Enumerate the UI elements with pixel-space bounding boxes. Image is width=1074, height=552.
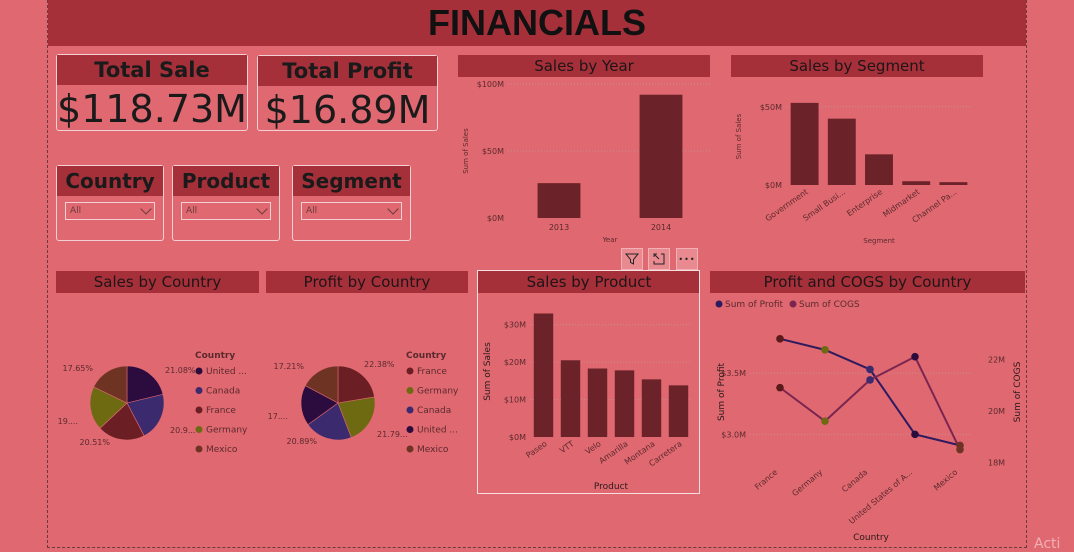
sales-by-segment-title: Sales by Segment bbox=[731, 55, 983, 77]
selected-visual-border bbox=[477, 270, 700, 494]
slicer-title: Product bbox=[173, 166, 279, 196]
product-slicer[interactable]: Product All bbox=[172, 165, 280, 241]
focus-mode-icon bbox=[653, 253, 665, 265]
chevron-down-icon bbox=[140, 203, 152, 215]
sales-by-year-title: Sales by Year bbox=[458, 55, 710, 77]
segment-slicer[interactable]: Segment All bbox=[292, 165, 411, 241]
slicer-title: Country bbox=[57, 166, 163, 196]
total-profit-card[interactable]: Total Profit $16.89M bbox=[257, 55, 438, 132]
kpi-value: $16.89M bbox=[264, 88, 431, 132]
chevron-down-icon bbox=[387, 203, 399, 215]
country-slicer[interactable]: Country All bbox=[56, 165, 164, 241]
chevron-down-icon bbox=[256, 203, 268, 215]
page-title: FINANCIALS bbox=[428, 2, 646, 43]
filter-button[interactable] bbox=[621, 248, 643, 270]
report-header: FINANCIALS bbox=[48, 0, 1026, 46]
kpi-label: Total Profit bbox=[258, 56, 437, 86]
total-sale-card[interactable]: Total Sale $118.73M bbox=[56, 54, 248, 131]
profit-by-country-title: Profit by Country bbox=[266, 271, 468, 293]
slicer-title: Segment bbox=[293, 166, 410, 196]
kpi-value: $118.73M bbox=[57, 87, 247, 131]
dropdown-value: All bbox=[70, 206, 82, 216]
product-dropdown[interactable]: All bbox=[181, 202, 271, 220]
filter-icon bbox=[625, 253, 639, 265]
segment-dropdown[interactable]: All bbox=[301, 202, 402, 220]
more-options-button[interactable]: ••• bbox=[676, 248, 698, 270]
profit-cogs-title: Profit and COGS by Country bbox=[710, 271, 1025, 293]
kpi-label: Total Sale bbox=[57, 55, 247, 85]
sales-by-country-title: Sales by Country bbox=[56, 271, 259, 293]
watermark: Acti bbox=[1034, 536, 1061, 552]
dropdown-value: All bbox=[306, 206, 318, 216]
focus-mode-button[interactable] bbox=[648, 248, 670, 270]
country-dropdown[interactable]: All bbox=[65, 202, 155, 220]
dropdown-value: All bbox=[186, 206, 198, 216]
